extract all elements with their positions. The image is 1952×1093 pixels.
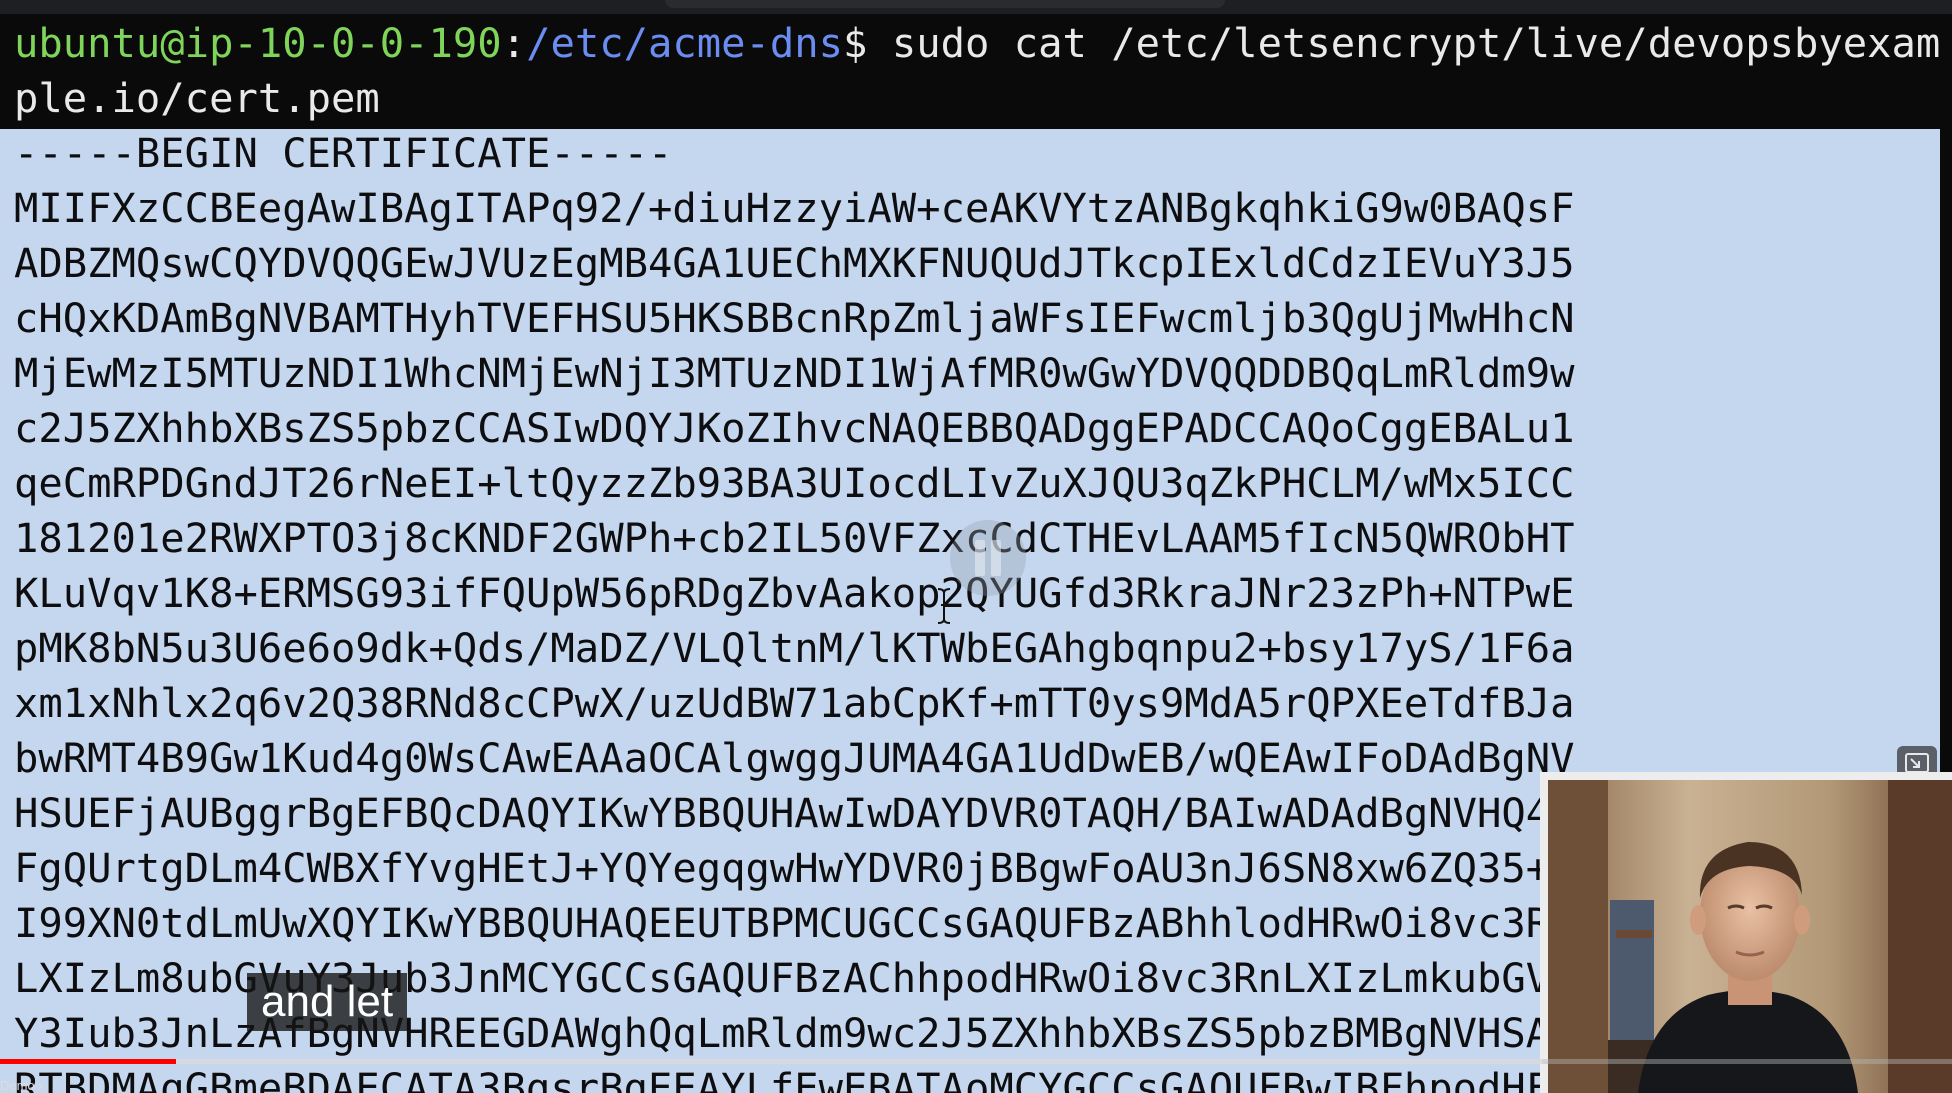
progress-played [0,1059,176,1064]
certificate-line: ADBZMQswCQYDVQQGEwJVUzEgMB4GA1UEChMXKFNU… [14,239,1575,287]
command-continuation: ple.io/cert.pem [14,74,380,122]
prompt-line: ubuntu@ip-10-0-0-190:/etc/acme-dns$ sudo… [14,16,1940,71]
pause-icon[interactable] [950,520,1026,596]
command-text: sudo cat /etc/letsencrypt/live/devopsbye… [867,19,1941,67]
chapter-label[interactable]: Demo › [0,1079,43,1093]
certificate-line: Y3Iub3JnLzAfBgNVHREEGDAWghQqLmRldm9wc2J5… [14,1009,1551,1057]
window-notch [665,0,1225,8]
webcam-overlay [1540,772,1952,1093]
certificate-line: RTBDMAgGBmeBDAECATA3BgsrBgEEAYLfEwEBATAo… [14,1064,1551,1093]
text-cursor-icon [937,588,951,624]
video-subtitle: and let [247,973,408,1031]
certificate-line: bwRMT4B9Gw1Kud4g0WsCAwEAAaOCAlgwggJUMA4G… [14,734,1575,782]
certificate-line: xm1xNhlx2q6v2Q38RNd8cCPwX/uzUdBW71abCpKf… [14,679,1575,727]
certificate-line: cHQxKDAmBgNVBAMTHyhTVEFHSU5HKSBBcnRpZmlj… [14,294,1575,342]
certificate-line: c2J5ZXhhbXBsZS5pbzCCASIwDQYJKoZIhvcNAQEB… [14,404,1575,452]
certificate-begin-marker: -----BEGIN CERTIFICATE----- [14,129,673,177]
certificate-line: MIIFXzCCBEegAwIBAgITAPq92/+diuHzzyiAW+ce… [14,184,1575,232]
prompt-symbol: $ [843,19,868,67]
certificate-line: FgQUrtgDLm4CWBXfYvgHEtJ+YQYegqgwHwYDVR0j… [14,844,1551,892]
certificate-line: LXIzLm8ubGVuY3Jub3JnMCYGCCsGAQUFBzAChhpo… [14,954,1551,1002]
certificate-line: KLuVqv1K8+ERMSG93ifFQUpW56pRDgZbvAakop2Q… [14,569,1575,617]
prompt-user-host: ubuntu@ip-10-0-0-190 [14,19,502,67]
window-top-bar [0,0,1952,14]
certificate-line: MjEwMzI5MTUzNDI1WhcNMjEwNjI3MTUzNDI1WjAf… [14,349,1575,397]
video-progress-bar[interactable] [0,1059,1952,1064]
certificate-line: pMK8bN5u3U6e6o9dk+Qds/MaDZ/VLQltnM/lKTWb… [14,624,1575,672]
presenter-video [1548,780,1952,1093]
prompt-path: /etc/acme-dns [526,19,844,67]
certificate-line: I99XN0tdLmUwXQYIKwYBBQUHAQEEUTBPMCUGCCsG… [14,899,1551,947]
certificate-line: 181201e2RWXPTO3j8cKNDF2GWPh+cb2IL50VFZxc… [14,514,1575,562]
progress-buffered [0,1059,1543,1064]
certificate-line: qeCmRPDGndJT26rNeEI+ltQyzzZb93BA3UIocdLI… [14,459,1575,507]
prompt-colon: : [501,19,527,67]
certificate-line: HSUEFjAUBggrBgEFBQcDAQYIKwYBBQUHAwIwDAYD… [14,789,1551,837]
video-frame[interactable]: ubuntu@ip-10-0-0-190:/etc/acme-dns$ sudo… [0,0,1952,1093]
